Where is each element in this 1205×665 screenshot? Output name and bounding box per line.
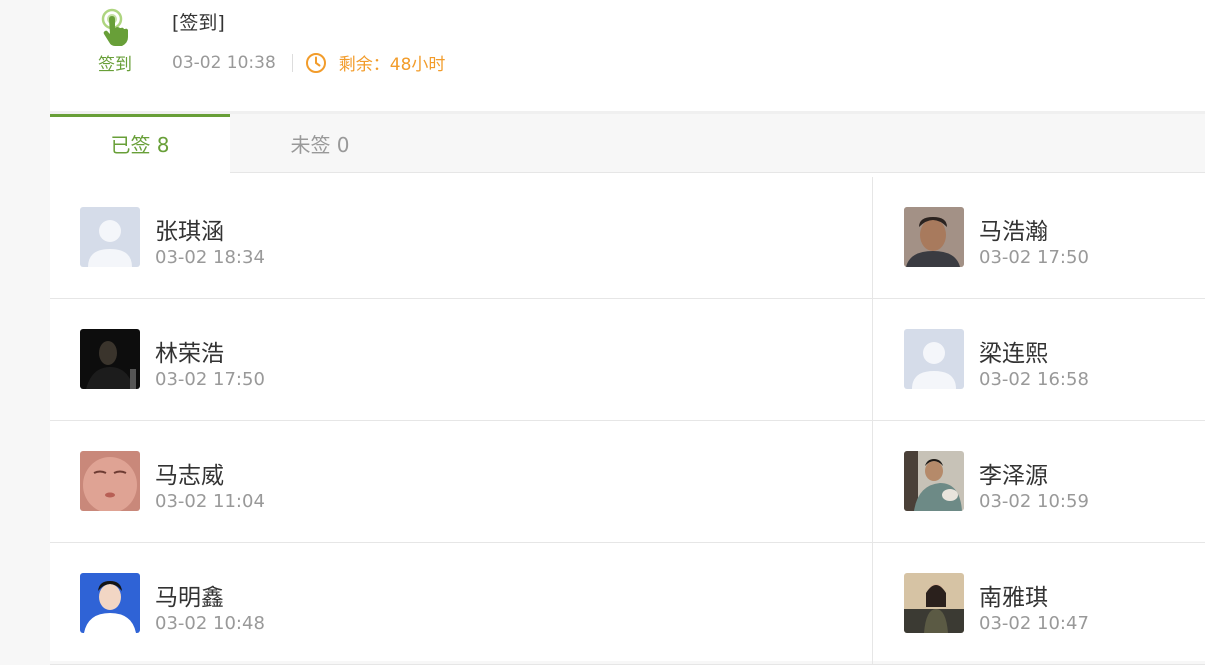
photo-avatar-icon (80, 329, 140, 389)
avatar (904, 207, 964, 267)
sign-time: 03-02 10:47 (979, 613, 1089, 634)
tab-signed[interactable]: 已签 8 (50, 114, 230, 173)
list-item[interactable]: 梁连熙 03-02 16:58 (873, 299, 1205, 420)
member-name: 林荣浩 (155, 341, 224, 367)
photo-avatar-icon (904, 207, 964, 267)
clock-icon (305, 52, 326, 73)
activity-meta: 03-02 10:38 剩余：48小时 (172, 50, 445, 75)
activity-header: 签到 [签到] 03-02 10:38 剩余：48小时 (50, 0, 1205, 112)
avatar (80, 451, 140, 511)
sign-time: 03-02 18:34 (155, 247, 265, 268)
sign-time: 03-02 17:50 (979, 247, 1089, 268)
sign-time: 03-02 17:50 (155, 369, 265, 390)
photo-avatar-icon (80, 451, 140, 511)
member-name: 张琪涵 (155, 219, 224, 245)
sign-time: 03-02 11:04 (155, 491, 265, 512)
list-item[interactable]: 马明鑫 03-02 10:48 (50, 543, 873, 664)
photo-avatar-icon (904, 573, 964, 633)
avatar (904, 573, 964, 633)
activity-type-badge: 签到 (90, 8, 140, 75)
avatar (80, 573, 140, 633)
list-item[interactable]: 林荣浩 03-02 17:50 (50, 299, 873, 420)
list-item[interactable]: 张琪涵 03-02 18:34 (50, 177, 873, 298)
activity-datetime: 03-02 10:38 (172, 52, 276, 73)
list-item[interactable]: 南雅琪 03-02 10:47 (873, 543, 1205, 664)
photo-avatar-icon (904, 451, 964, 511)
main-panel: 签到 [签到] 03-02 10:38 剩余：48小时 已签 8 未签 0 张琪… (50, 0, 1205, 665)
member-name: 马明鑫 (155, 585, 224, 611)
list-row: 张琪涵 03-02 18:34 马浩瀚 03-02 17:50 (50, 177, 1205, 299)
avatar (80, 207, 140, 267)
sign-time: 03-02 10:59 (979, 491, 1089, 512)
sign-time: 03-02 10:48 (155, 613, 265, 634)
default-avatar-icon (80, 207, 140, 267)
sign-time: 03-02 16:58 (979, 369, 1089, 390)
list-item[interactable]: 马志威 03-02 11:04 (50, 421, 873, 542)
member-name: 南雅琪 (979, 585, 1048, 611)
member-name: 李泽源 (979, 463, 1048, 489)
avatar (904, 451, 964, 511)
remaining-time: 剩余：48小时 (338, 55, 446, 75)
tap-finger-icon (101, 8, 128, 46)
avatar (904, 329, 964, 389)
photo-avatar-icon (80, 573, 140, 633)
list-item[interactable]: 李泽源 03-02 10:59 (873, 421, 1205, 542)
activity-title: [签到] (172, 12, 225, 34)
list-item[interactable]: 马浩瀚 03-02 17:50 (873, 177, 1205, 298)
member-name: 梁连熙 (979, 341, 1048, 367)
meta-separator (291, 53, 293, 72)
tab-unsigned[interactable]: 未签 0 (230, 114, 410, 172)
avatar (80, 329, 140, 389)
activity-type-label: 签到 (98, 55, 132, 75)
tab-bar: 已签 8 未签 0 (50, 114, 1205, 173)
list-row: 马明鑫 03-02 10:48 南雅琪 03-02 10:47 (50, 543, 1205, 665)
default-avatar-icon (904, 329, 964, 389)
member-name: 马浩瀚 (979, 219, 1048, 245)
list-row: 林荣浩 03-02 17:50 梁连熙 03-02 16:58 (50, 299, 1205, 421)
member-name: 马志威 (155, 463, 224, 489)
list-row: 马志威 03-02 11:04 李泽源 03-02 10:59 (50, 421, 1205, 543)
